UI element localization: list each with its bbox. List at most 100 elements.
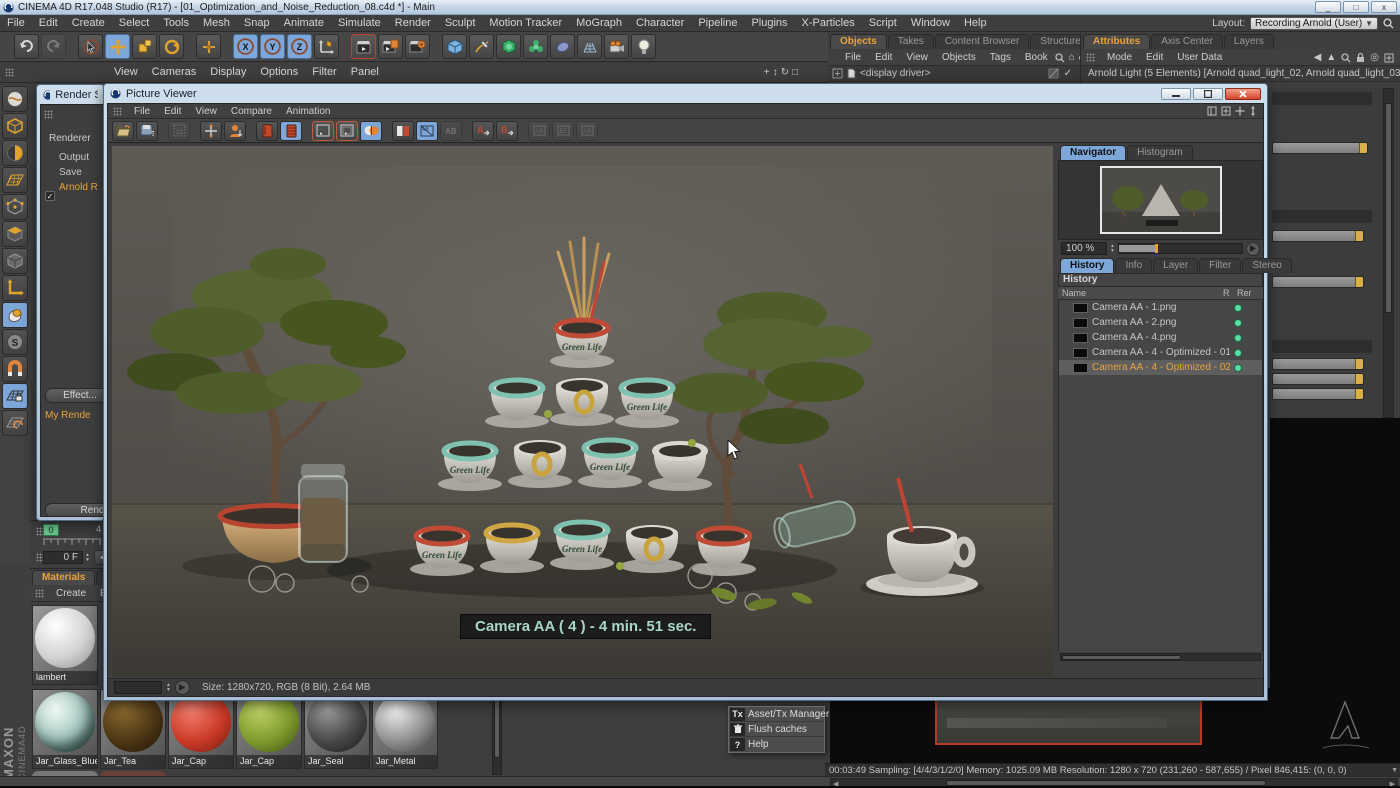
- attr-slider-5[interactable]: [1272, 373, 1364, 385]
- add-deformer[interactable]: [550, 34, 575, 59]
- history-col-rer[interactable]: Rer: [1237, 288, 1263, 298]
- ctx-help[interactable]: ? Help: [729, 737, 824, 752]
- attr-slider-4[interactable]: [1272, 358, 1364, 370]
- pv-dual-view-button[interactable]: [336, 121, 358, 141]
- menu-mograph[interactable]: MoGraph: [569, 16, 629, 30]
- viewport-handle[interactable]: [5, 68, 14, 77]
- materials-menu-create[interactable]: Create: [49, 588, 93, 599]
- pv-menu-view[interactable]: View: [188, 106, 224, 117]
- navigator-play-button[interactable]: [1246, 242, 1260, 256]
- render-settings-handle[interactable]: [44, 110, 53, 119]
- pv-zoom-field[interactable]: [114, 681, 162, 694]
- pv-single-view-button[interactable]: [312, 121, 334, 141]
- attributes-up-icon[interactable]: ▲: [1326, 52, 1336, 63]
- restore-button[interactable]: □: [1343, 1, 1369, 13]
- pv-set-a-button[interactable]: A: [472, 121, 494, 141]
- pv-minimize-button[interactable]: [1161, 88, 1191, 100]
- history-row-2[interactable]: Camera AA - 2.png: [1059, 315, 1262, 330]
- pv-ab-compare-button[interactable]: [392, 121, 414, 141]
- menu-window[interactable]: Window: [904, 16, 957, 30]
- history-row-3[interactable]: Camera AA - 4.png: [1059, 330, 1262, 345]
- tab-axis-center[interactable]: Axis Center: [1151, 34, 1223, 49]
- axis-y-lock[interactable]: Y: [260, 34, 285, 59]
- objects-menu-view[interactable]: View: [899, 52, 935, 63]
- frame-stepper[interactable]: ▲▼: [85, 551, 93, 564]
- tab-attributes[interactable]: Attributes: [1083, 34, 1150, 49]
- menu-mesh[interactable]: Mesh: [196, 16, 237, 30]
- viewport-pan-icon[interactable]: +: [764, 67, 770, 78]
- viewport-menu-view[interactable]: View: [107, 65, 145, 79]
- pv-ab-diff-button[interactable]: AB: [440, 121, 462, 141]
- attributes-target-icon[interactable]: ◎: [1370, 52, 1379, 63]
- add-generator[interactable]: [496, 34, 521, 59]
- viewport-maximize-icon[interactable]: □: [792, 67, 798, 78]
- object-enabled-icon[interactable]: ✓: [1064, 68, 1072, 79]
- pv-resize-icon[interactable]: [1249, 106, 1257, 116]
- axis-mode-icon[interactable]: [2, 275, 28, 301]
- add-environment[interactable]: [577, 34, 602, 59]
- coordinate-system-toggle[interactable]: [314, 34, 339, 59]
- pv-browser-button[interactable]: [280, 121, 302, 141]
- objects-menu-objects[interactable]: Objects: [935, 52, 983, 63]
- material-lambert[interactable]: lambert: [32, 605, 98, 685]
- rs-item-save[interactable]: Save: [59, 167, 103, 178]
- objects-search-icon[interactable]: [1055, 53, 1065, 63]
- materials-handle[interactable]: [35, 589, 44, 598]
- tab-layer[interactable]: Layer: [1153, 258, 1198, 273]
- menu-plugins[interactable]: Plugins: [744, 16, 794, 30]
- navigator-zoom-field[interactable]: 100 %: [1061, 242, 1107, 255]
- render-button[interactable]: Rende: [45, 503, 104, 517]
- redo-button[interactable]: [41, 34, 66, 59]
- pv-play-button[interactable]: [175, 680, 190, 695]
- add-camera[interactable]: [604, 34, 629, 59]
- history-hscrollbar[interactable]: [1060, 653, 1261, 661]
- pv-layout-split-icon[interactable]: [1207, 106, 1217, 116]
- menu-animate[interactable]: Animate: [277, 16, 331, 30]
- menu-simulate[interactable]: Simulate: [331, 16, 388, 30]
- menu-snap[interactable]: Snap: [237, 16, 277, 30]
- add-mograph[interactable]: [523, 34, 548, 59]
- rs-item-arnold[interactable]: Arnold R: [59, 182, 103, 193]
- history-row-5-selected[interactable]: Camera AA - 4 - Optimized - 02.png: [1059, 360, 1262, 375]
- attributes-vscrollbar[interactable]: [1383, 88, 1394, 418]
- objects-menu-book[interactable]: Book: [1018, 52, 1055, 63]
- add-cube-object[interactable]: [442, 34, 467, 59]
- pv-ab-wipe-button[interactable]: AB: [416, 121, 438, 141]
- pv-save-button[interactable]: ?: [136, 121, 158, 141]
- close-button[interactable]: x: [1371, 1, 1397, 13]
- scale-tool[interactable]: [132, 34, 157, 59]
- material-jar-metal[interactable]: Jar_Metal: [372, 689, 438, 769]
- attributes-menu-userdata[interactable]: User Data: [1170, 52, 1229, 63]
- history-row-1[interactable]: Camera AA - 1.png: [1059, 300, 1262, 315]
- menu-sculpt[interactable]: Sculpt: [438, 16, 483, 30]
- tab-materials[interactable]: Materials: [32, 570, 95, 585]
- pv-pan-icon[interactable]: [1235, 106, 1245, 116]
- workplane-lock-icon[interactable]: [2, 383, 28, 409]
- tab-info[interactable]: Info: [1115, 258, 1152, 273]
- axis-z-lock[interactable]: Z: [287, 34, 312, 59]
- object-layer-icon[interactable]: [1048, 68, 1059, 79]
- tab-objects[interactable]: Objects: [830, 34, 887, 49]
- viewport-menu-cameras[interactable]: Cameras: [145, 65, 204, 79]
- menu-pipeline[interactable]: Pipeline: [691, 16, 744, 30]
- menu-edit[interactable]: Edit: [32, 16, 65, 30]
- attr-slider-1[interactable]: [1272, 142, 1368, 154]
- model-mode-icon[interactable]: [2, 86, 28, 112]
- edges-mode-icon[interactable]: [2, 194, 28, 220]
- tab-history[interactable]: History: [1060, 258, 1114, 273]
- attributes-lock-icon[interactable]: [1356, 52, 1365, 63]
- attr-slider-3[interactable]: [1272, 276, 1364, 288]
- attributes-panel-handle[interactable]: [1086, 53, 1095, 62]
- workplane-align-icon[interactable]: [2, 410, 28, 436]
- menu-character[interactable]: Character: [629, 16, 691, 30]
- effect-button[interactable]: Effect...: [45, 388, 104, 403]
- material-jar-cap-green[interactable]: Jar_Cap: [236, 689, 302, 769]
- live-selection-tool[interactable]: [78, 34, 103, 59]
- polygons-mode-icon[interactable]: [2, 221, 28, 247]
- menu-script[interactable]: Script: [862, 16, 904, 30]
- objects-menu-file[interactable]: File: [838, 52, 868, 63]
- timeline-ruler[interactable]: [43, 538, 101, 546]
- add-light[interactable]: [631, 34, 656, 59]
- navigator-zoom-stepper[interactable]: ▲▼: [1110, 244, 1115, 254]
- menu-select[interactable]: Select: [112, 16, 157, 30]
